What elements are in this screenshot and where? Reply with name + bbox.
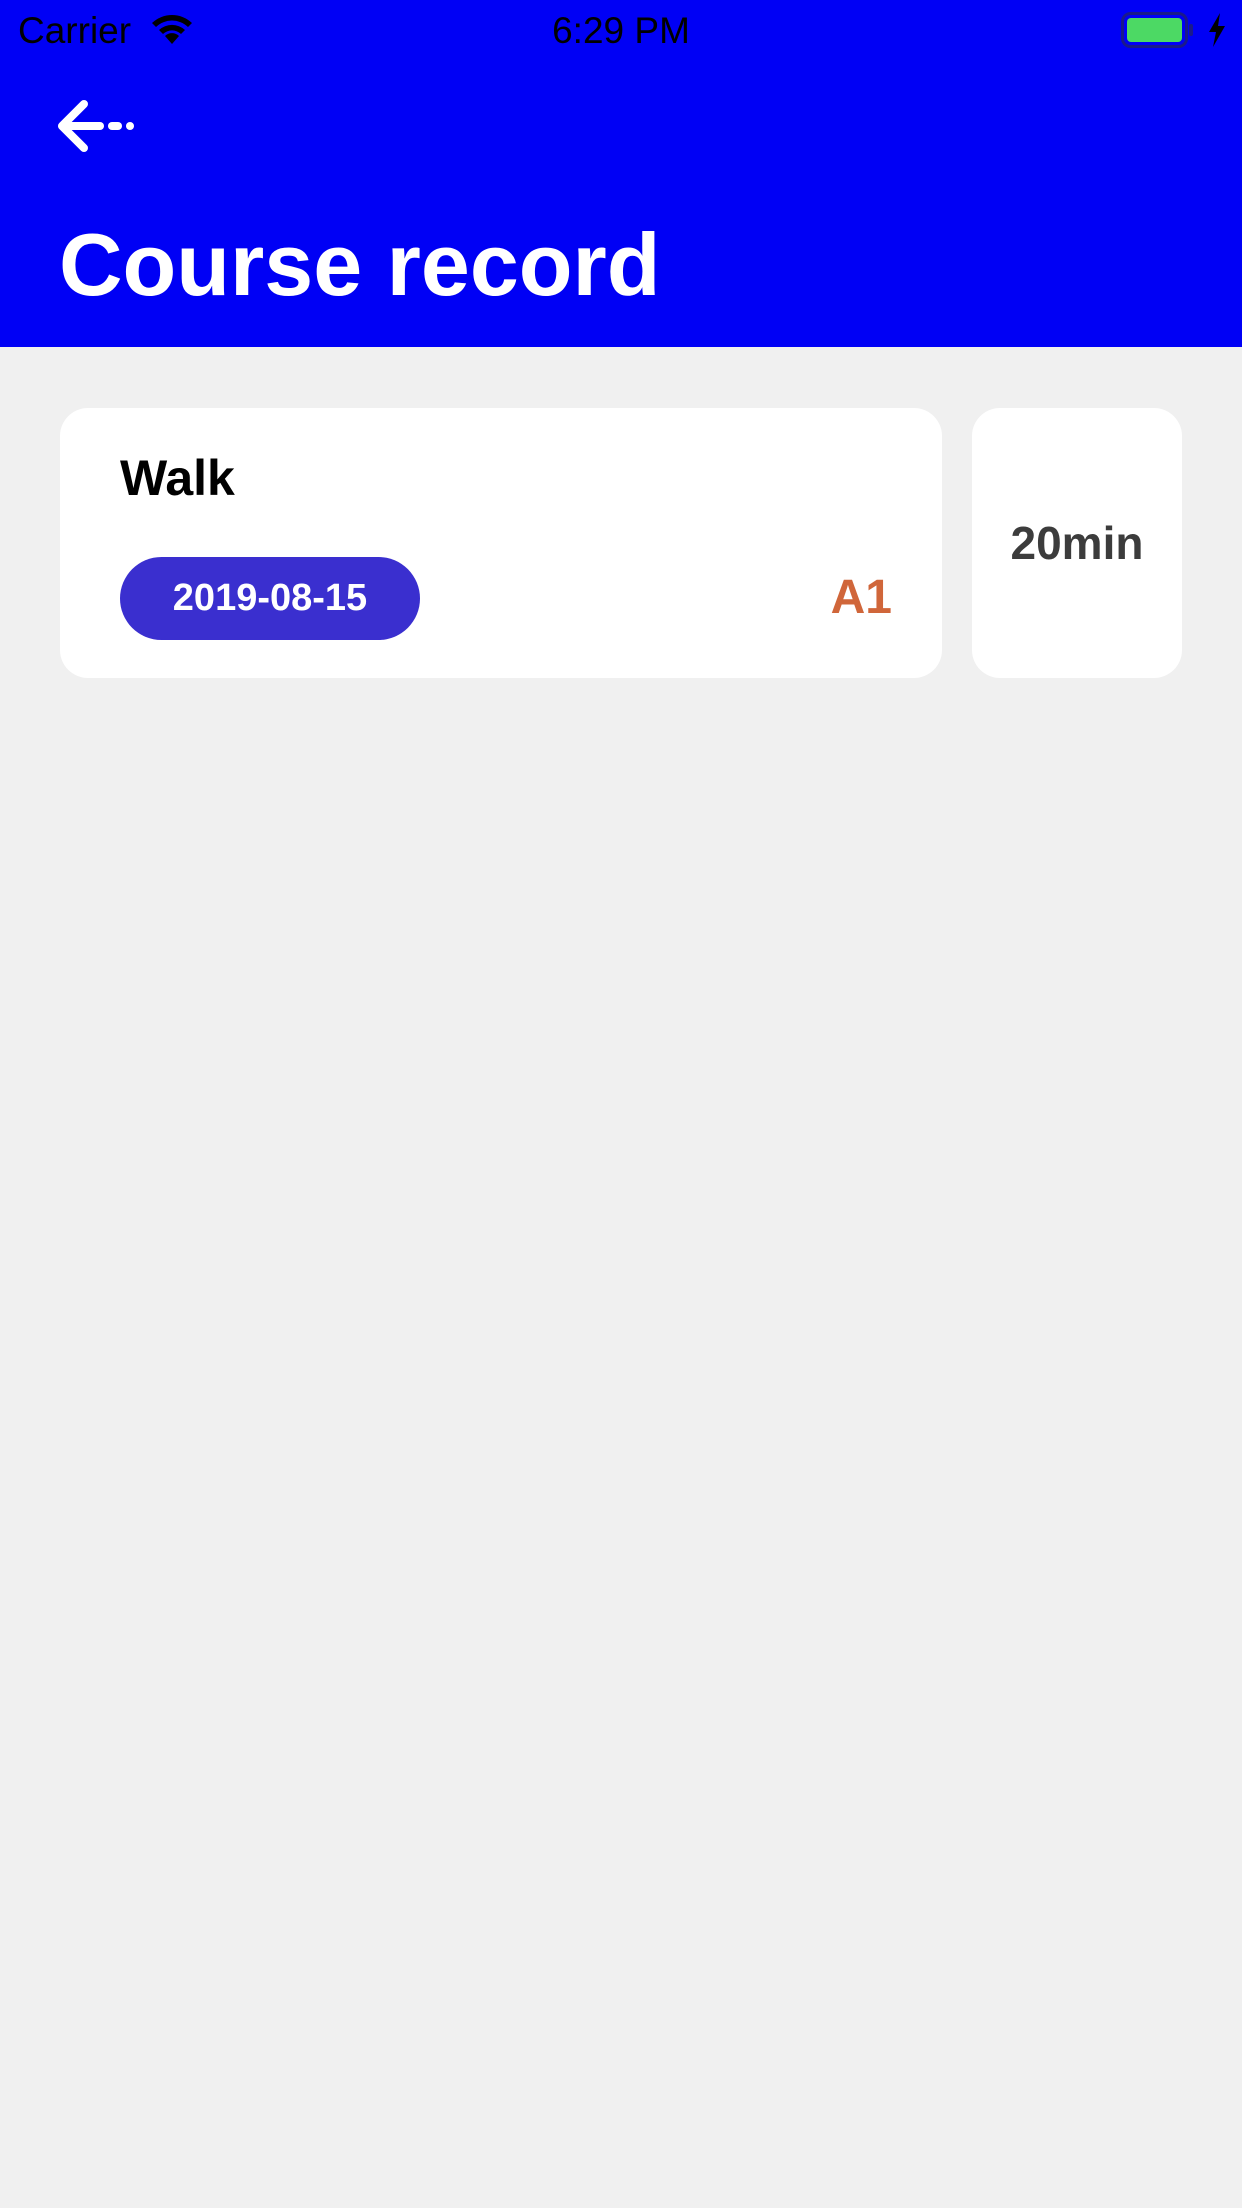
status-bar: Carrier 6:29 PM [0, 0, 1242, 62]
back-button[interactable] [54, 96, 138, 156]
level-label: A1 [830, 571, 892, 624]
date-badge: 2019-08-15 [120, 557, 420, 640]
page-title: Course record [59, 215, 661, 314]
battery-icon [1121, 12, 1193, 48]
status-time: 6:29 PM [552, 10, 690, 51]
header-bar: Carrier 6:29 PM Course record [0, 0, 1242, 347]
duration-value: 20min [1010, 517, 1144, 569]
duration-card[interactable]: 20min [972, 408, 1182, 678]
activity-name: Walk [120, 450, 235, 506]
back-arrow-icon [58, 100, 134, 152]
charging-bolt-icon [1209, 13, 1225, 47]
record-card[interactable]: Walk 2019-08-15 A1 [60, 408, 942, 678]
